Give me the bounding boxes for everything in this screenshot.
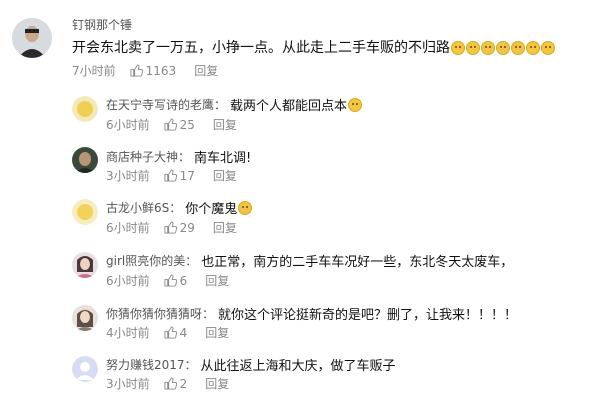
thumbs-up-icon xyxy=(164,326,177,339)
reply-username[interactable]: 在天宁寺写诗的老鹰： xyxy=(106,96,226,113)
reply-meta: 3小时前 2 回复 xyxy=(106,375,229,392)
avatar[interactable] xyxy=(12,18,52,58)
reply-text: 载两个人都能回点本 xyxy=(230,99,348,114)
like-count: 6 xyxy=(179,273,188,288)
reply-item: girl照亮你的美： 也正常，南方的二手车车况好一些，东北冬天太废车， xyxy=(106,251,513,270)
reply-username[interactable]: 商店种子大神： xyxy=(106,148,190,165)
like-button[interactable]: 25 xyxy=(164,118,195,132)
reply-button[interactable]: 回复 xyxy=(205,375,229,392)
reply-time: 6小时前 xyxy=(106,274,150,288)
reply-meta: 6小时前 6 回复 xyxy=(106,272,229,289)
reply-button[interactable]: 回复 xyxy=(213,116,237,133)
avatar[interactable] xyxy=(72,356,98,382)
reply-username[interactable]: 你猜你猜你猜猜呀： xyxy=(106,305,214,322)
reply-item: 商店种子大神： 南车北调! xyxy=(106,147,251,166)
reply-meta: 3小时前 17 回复 xyxy=(106,167,237,184)
thumbs-up-icon xyxy=(164,169,177,182)
like-count: 2 xyxy=(179,376,188,391)
reply-text: 就你这个评论挺新奇的是吧？删了，让我来！！！！ xyxy=(218,308,518,323)
reply-button[interactable]: 回复 xyxy=(213,219,237,236)
comment-time: 7小时前 xyxy=(72,64,116,78)
reply-text: 也正常，南方的二手车车况好一些，东北冬天太废车， xyxy=(201,255,514,270)
like-count: 29 xyxy=(179,220,195,235)
reply-username[interactable]: 古龙小鲜6S： xyxy=(106,199,181,216)
reply-meta: 6小时前 29 回复 xyxy=(106,219,237,236)
laugh-emoji-icon xyxy=(526,41,540,55)
laugh-cry-emoji-icon xyxy=(238,200,253,215)
reply-time: 3小时前 xyxy=(106,169,150,183)
reply-item: 努力赚钱2017： 从此往返上海和大庆，做了车贩子 xyxy=(106,355,396,374)
like-button[interactable]: 1163 xyxy=(130,63,177,78)
thumbs-up-icon xyxy=(164,221,177,234)
reply-time: 6小时前 xyxy=(106,118,150,132)
reply-button[interactable]: 回复 xyxy=(205,324,229,341)
avatar[interactable] xyxy=(72,305,98,331)
like-button[interactable]: 17 xyxy=(164,169,195,183)
thumbs-up-icon xyxy=(164,118,177,131)
avatar[interactable] xyxy=(72,147,98,173)
reply-item: 古龙小鲜6S： 你个魔鬼 xyxy=(106,198,253,217)
like-button[interactable]: 6 xyxy=(164,273,188,288)
avatar[interactable] xyxy=(72,252,98,278)
laugh-emoji-icon xyxy=(348,97,363,112)
thumbs-up-icon xyxy=(164,377,177,390)
like-count: 4 xyxy=(179,325,188,340)
reply-text: 你个魔鬼 xyxy=(185,202,238,217)
reply-item: 你猜你猜你猜猜呀： 就你这个评论挺新奇的是吧？删了，让我来！！！！ xyxy=(106,304,517,323)
laugh-emoji-icon xyxy=(541,41,555,55)
like-button[interactable]: 29 xyxy=(164,221,195,235)
reply-text: 从此往返上海和大庆，做了车贩子 xyxy=(200,359,396,374)
comment-text: 开会东北卖了一万五，小挣一点。从此走上二手车贩的不归路 xyxy=(72,37,555,57)
reply-text: 南车北调! xyxy=(194,151,252,166)
reply-time: 3小时前 xyxy=(106,377,150,391)
thumbs-up-icon xyxy=(164,274,177,287)
avatar[interactable] xyxy=(72,199,98,225)
like-button[interactable]: 2 xyxy=(164,376,188,391)
laugh-emoji-icon xyxy=(466,41,480,55)
comment-meta: 7小时前 1163 回复 xyxy=(72,62,218,79)
like-count: 1163 xyxy=(145,63,177,78)
reply-time: 4小时前 xyxy=(106,326,150,340)
avatar[interactable] xyxy=(72,96,98,122)
laugh-emoji-icon xyxy=(451,41,465,55)
reply-meta: 6小时前 25 回复 xyxy=(106,116,237,133)
reply-username[interactable]: girl照亮你的美： xyxy=(106,252,197,269)
like-count: 25 xyxy=(179,117,195,132)
reply-item: 在天宁寺写诗的老鹰： 载两个人都能回点本 xyxy=(106,95,363,114)
cry-emoji-icon xyxy=(496,41,510,55)
reply-time: 6小时前 xyxy=(106,221,150,235)
reply-button[interactable]: 回复 xyxy=(205,272,229,289)
thumbs-up-icon xyxy=(130,64,143,77)
cry-emoji-icon xyxy=(511,41,525,55)
reply-button[interactable]: 回复 xyxy=(194,62,218,79)
comment-text-body: 开会东北卖了一万五，小挣一点。从此走上二手车贩的不归路 xyxy=(72,40,450,56)
cry-emoji-icon xyxy=(481,41,495,55)
like-button[interactable]: 4 xyxy=(164,325,188,340)
reply-username[interactable]: 努力赚钱2017： xyxy=(106,356,197,373)
reply-button[interactable]: 回复 xyxy=(213,167,237,184)
like-count: 17 xyxy=(179,168,195,183)
comment-username[interactable]: 钉钢那个锤 xyxy=(72,16,132,33)
reply-meta: 4小时前 4 回复 xyxy=(106,324,229,341)
